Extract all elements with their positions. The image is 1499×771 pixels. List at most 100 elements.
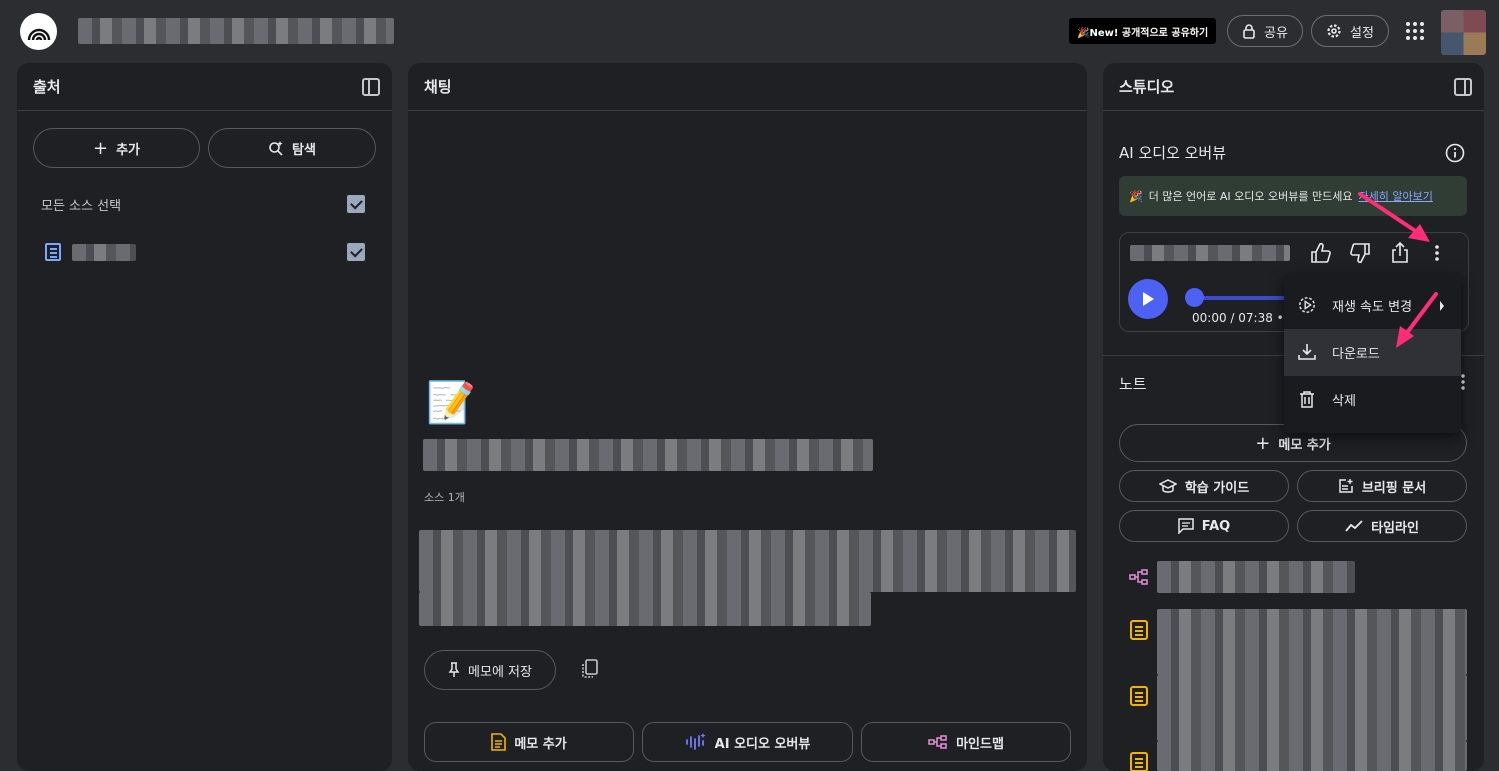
add-note-label: 메모 추가 (514, 736, 567, 752)
note-item-redacted[interactable] (1157, 741, 1467, 771)
notes-title: 노트 (1119, 375, 1147, 393)
settings-button[interactable]: 설정 (1311, 15, 1389, 47)
play-button[interactable] (1128, 279, 1168, 319)
note-doc-icon (1130, 620, 1148, 640)
collapse-studio-icon[interactable] (1454, 78, 1472, 96)
chat-title: 채팅 (424, 78, 452, 96)
source-count: 소스 1개 (424, 491, 465, 504)
note-icon (491, 733, 507, 751)
add-note-button[interactable]: 메모 추가 (424, 722, 634, 762)
gear-icon (1327, 24, 1341, 38)
studio-header: 스튜디오 (1103, 63, 1484, 111)
faq-label: FAQ (1201, 518, 1231, 534)
discover-button[interactable]: 탐색 (208, 128, 376, 168)
audio-context-menu: 재생 속도 변경 다운로드 삭제 (1284, 274, 1461, 433)
avatar[interactable] (1441, 10, 1486, 55)
language-banner: 🎉 더 많은 언어로 AI 오디오 오버뷰를 만드세요 자세히 알아보기 (1119, 176, 1467, 216)
delete-label: 삭제 (1332, 394, 1356, 409)
briefing-doc-button[interactable]: 브리핑 문서 (1297, 470, 1467, 502)
discover-search-icon (269, 141, 283, 156)
share-export-icon[interactable] (1390, 242, 1410, 264)
briefing-doc-icon (1339, 479, 1353, 493)
thumbs-down-icon[interactable] (1349, 242, 1371, 264)
top-bar: 🎉New! 공개적으로 공유하기 공유 설정 (0, 0, 1499, 64)
notebooklm-logo[interactable] (20, 13, 57, 50)
note-item-redacted[interactable] (1157, 609, 1467, 675)
add-source-button[interactable]: + 추가 (33, 128, 200, 168)
note-doc-icon (1130, 686, 1148, 706)
menu-item-playback-speed[interactable]: 재생 속도 변경 (1284, 282, 1461, 329)
playback-speed-label: 재생 속도 변경 (1332, 300, 1413, 315)
source-title-redacted[interactable] (72, 244, 136, 261)
select-all-checkbox[interactable] (347, 195, 365, 213)
source-checkbox[interactable] (347, 243, 365, 261)
audio-overview-label: AI 오디오 오버뷰 (714, 736, 811, 752)
menu-item-download[interactable]: 다운로드 (1284, 329, 1461, 376)
sources-header: 출처 (17, 63, 392, 111)
download-label: 다운로드 (1332, 347, 1380, 362)
share-label: 공유 (1264, 25, 1288, 41)
save-to-note-button[interactable]: 메모에 저장 (424, 650, 556, 690)
more-vert-icon[interactable] (1434, 243, 1440, 263)
party-icon: 🎉 (1129, 189, 1143, 203)
plus-icon: + (92, 137, 109, 159)
info-icon[interactable] (1445, 143, 1465, 163)
download-icon (1298, 344, 1316, 360)
graduation-cap-icon (1158, 479, 1177, 493)
playback-speed-icon (1299, 297, 1315, 313)
collapse-sources-icon[interactable] (362, 78, 380, 96)
timeline-button[interactable]: 타임라인 (1297, 510, 1467, 542)
thumbs-up-icon[interactable] (1310, 242, 1332, 264)
timeline-label: 타임라인 (1371, 520, 1419, 536)
add-source-label: 추가 (116, 142, 140, 158)
add-memo-label: 메모 추가 (1278, 437, 1331, 453)
mindmap-label: 마인드맵 (956, 736, 1004, 752)
notebook-heading-redacted (423, 439, 873, 471)
chat-header: 채팅 (408, 63, 1087, 111)
summary-text-redacted (419, 530, 1076, 592)
sources-panel: 출처 + 추가 탐색 모든 소스 선택 (17, 63, 392, 771)
summary-text-redacted-end (419, 592, 871, 626)
audio-progress-thumb[interactable] (1185, 288, 1204, 307)
pin-icon (448, 662, 460, 677)
settings-label: 설정 (1350, 25, 1374, 41)
study-guide-button[interactable]: 학습 가이드 (1119, 470, 1289, 502)
learn-more-link[interactable]: 자세히 알아보기 (1359, 188, 1433, 204)
chat-panel: 채팅 📝 소스 1개 메모에 저장 메모 추가 AI 오디오 오버뷰 마인드맵 (408, 63, 1087, 771)
source-doc-icon (45, 243, 61, 261)
share-button[interactable]: 공유 (1227, 15, 1303, 47)
notebook-emoji: 📝 (426, 380, 476, 426)
select-all-label: 모든 소스 선택 (41, 199, 122, 214)
audio-title-redacted (1130, 245, 1290, 261)
studio-title: 스튜디오 (1119, 78, 1175, 96)
notebook-title-redacted[interactable] (78, 18, 394, 44)
faq-button[interactable]: FAQ (1119, 510, 1289, 542)
menu-item-delete[interactable]: 삭제 (1284, 376, 1461, 423)
new-public-share-badge[interactable]: 🎉New! 공개적으로 공유하기 (1069, 18, 1217, 44)
mindmap-button[interactable]: 마인드맵 (861, 722, 1071, 762)
mindmap-note-icon (1129, 569, 1148, 585)
sources-title: 출처 (33, 78, 61, 96)
note-item-redacted[interactable] (1157, 675, 1467, 741)
trash-icon (1300, 391, 1314, 408)
briefing-doc-label: 브리핑 문서 (1361, 480, 1427, 496)
play-icon (1143, 292, 1154, 306)
audio-wave-icon (685, 733, 706, 750)
lock-icon (1243, 24, 1255, 39)
note-doc-icon (1130, 752, 1148, 771)
apps-grid-icon[interactable] (1406, 22, 1424, 40)
study-guide-label: 학습 가이드 (1184, 480, 1250, 496)
audio-overview-title: AI 오디오 오버뷰 (1119, 144, 1227, 162)
chevron-right-icon (1440, 301, 1444, 311)
banner-text: 더 많은 언어로 AI 오디오 오버뷰를 만드세요 (1148, 190, 1353, 203)
plus-icon: + (1255, 432, 1271, 454)
note-item-redacted[interactable] (1157, 561, 1355, 593)
audio-time: 00:00 / 07:38 • 한 (1192, 311, 1299, 325)
copy-icon[interactable] (581, 659, 599, 679)
discover-label: 탐색 (292, 142, 316, 158)
save-to-note-label: 메모에 저장 (468, 664, 532, 680)
faq-chat-icon (1177, 518, 1194, 534)
audio-overview-button[interactable]: AI 오디오 오버뷰 (642, 722, 853, 762)
mindmap-icon (928, 735, 947, 749)
timeline-trend-icon (1345, 520, 1363, 532)
